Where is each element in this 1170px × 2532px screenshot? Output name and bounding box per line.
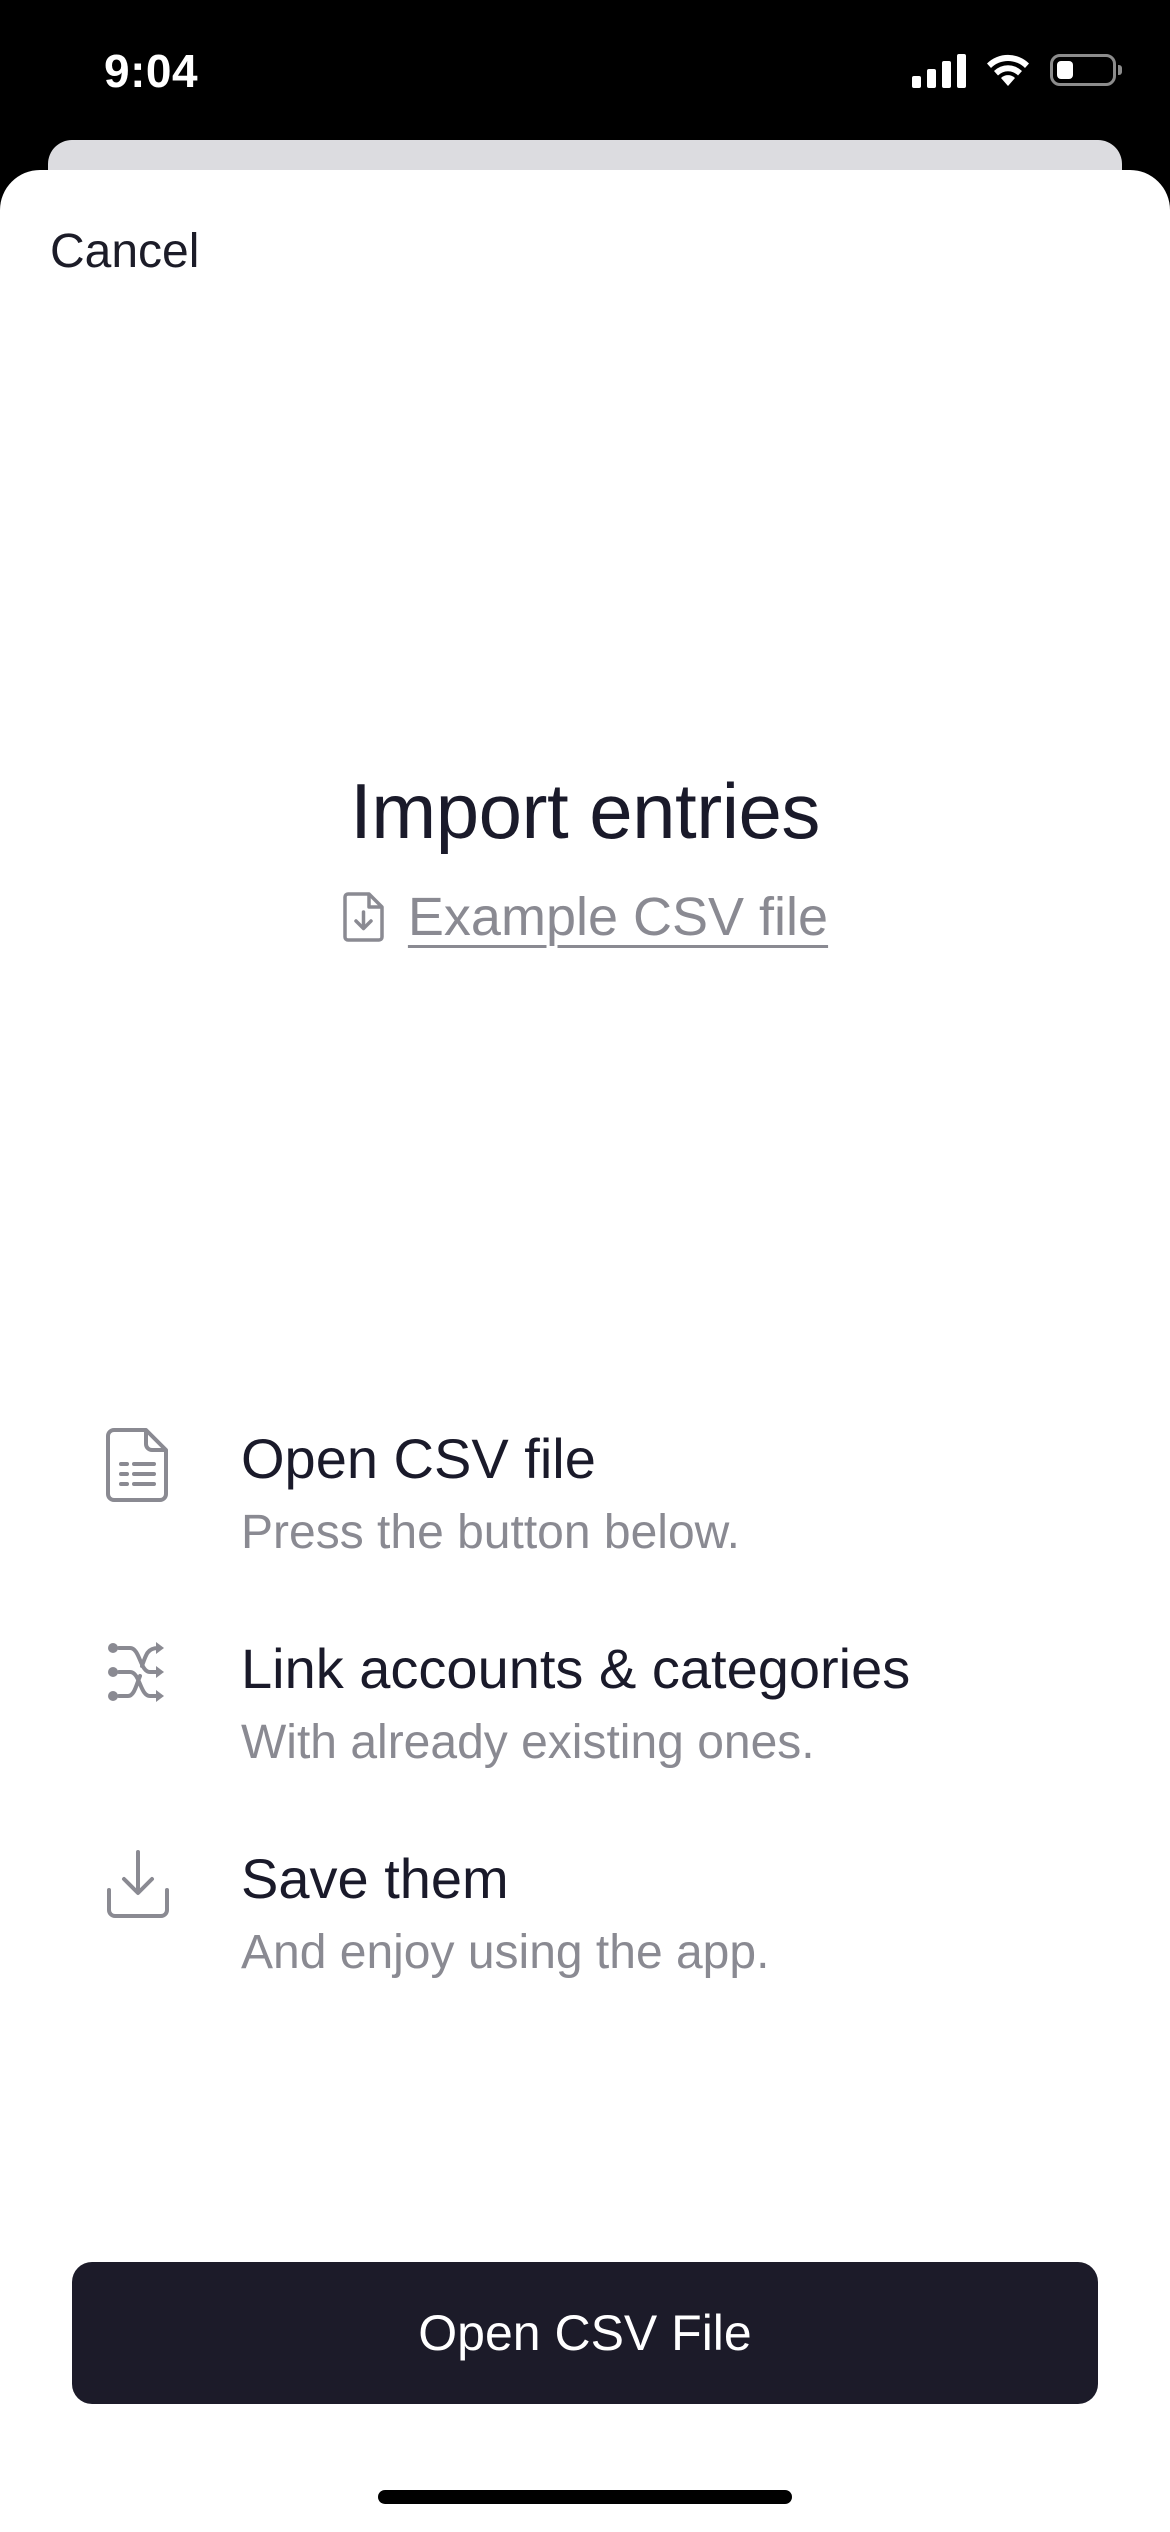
- step-description: With already existing ones.: [241, 1716, 815, 1769]
- step-title: Link accounts & categories: [241, 1637, 911, 1700]
- step-open-csv: Open CSV file Press the button below.: [0, 1426, 1170, 1636]
- cellular-signal-icon: [912, 52, 966, 88]
- step-title: Open CSV file: [241, 1427, 596, 1490]
- steps-list: Open CSV file Press the button below. Li…: [0, 1426, 1170, 2056]
- status-bar: 9:04: [0, 0, 1170, 140]
- status-time: 9:04: [104, 45, 199, 97]
- battery-icon: [1050, 54, 1122, 86]
- status-icons: [912, 52, 1122, 88]
- example-csv-link[interactable]: Example CSV file: [342, 886, 828, 948]
- cancel-button[interactable]: Cancel: [50, 224, 199, 279]
- home-indicator[interactable]: [378, 2490, 792, 2504]
- example-csv-link-label: Example CSV file: [407, 887, 829, 947]
- header-block: Import entries Example CSV file: [0, 772, 1170, 948]
- step-description: And enjoy using the app.: [241, 1926, 770, 1979]
- open-csv-file-button[interactable]: Open CSV File: [72, 2262, 1098, 2404]
- document-lines-icon: [106, 1428, 168, 1502]
- wifi-icon: [987, 54, 1029, 86]
- link-arrows-icon: [108, 1642, 164, 1702]
- screen: 9:04 Cancel Import entries Example CSV f…: [0, 0, 1170, 2532]
- download-tray-icon: [107, 1850, 169, 1918]
- battery-fill: [1057, 61, 1073, 79]
- import-sheet: Cancel Import entries Example CSV file O…: [0, 170, 1170, 2532]
- document-download-icon: [343, 892, 384, 942]
- step-description: Press the button below.: [241, 1506, 740, 1559]
- page-title: Import entries: [350, 767, 820, 855]
- step-link-accounts: Link accounts & categories With already …: [0, 1636, 1170, 1846]
- step-title: Save them: [241, 1847, 509, 1910]
- step-save: Save them And enjoy using the app.: [0, 1846, 1170, 2056]
